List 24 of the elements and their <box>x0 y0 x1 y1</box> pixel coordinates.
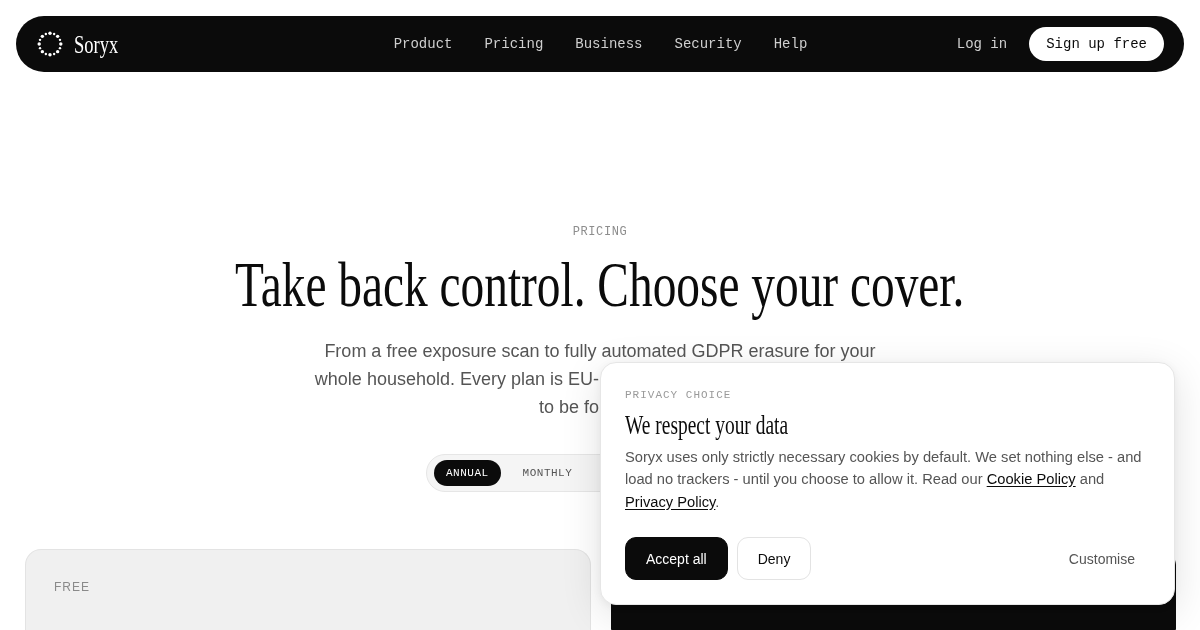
billing-tab[interactable]: MONTHLY <box>510 460 585 486</box>
signup-button[interactable]: Sign up free <box>1029 27 1164 61</box>
brand-name[interactable]: Soryx <box>74 31 119 57</box>
login-link[interactable]: Log in <box>956 36 1008 52</box>
lead-text-line: whole household. Every plan is EU- <box>314 368 599 391</box>
nav-link[interactable]: Security <box>674 36 742 52</box>
nav-link[interactable]: Product <box>393 36 453 52</box>
section-eyebrow: PRICING <box>572 224 628 240</box>
lead-text-line: From a free exposure scan to fully automated GDPR erasure for your <box>324 340 876 363</box>
nav-link[interactable]: Business <box>575 36 643 52</box>
plan-label: FREE <box>54 580 90 594</box>
cookie-notice-text: Soryx uses only strictly necessary cookies by default. We set nothing else - and load no trackers - until you choose to allow it. Read our Cookie Policy and Privacy Policy. <box>625 447 1143 512</box>
nav-link[interactable]: Pricing <box>484 36 544 52</box>
dialog-button[interactable]: Deny <box>736 537 812 580</box>
page-headline: Take back control. Choose your cover. <box>235 252 965 318</box>
dialog-button[interactable]: Accept all <box>625 537 728 580</box>
nav-link[interactable]: Help <box>773 36 808 52</box>
dialog-title: We respect your data <box>625 409 789 440</box>
dialog-eyebrow: PRIVACY CHOICE <box>625 387 732 402</box>
lead-text-line: to be fo <box>538 396 599 419</box>
dotted-ring-icon <box>37 31 63 57</box>
dialog-button[interactable]: Customise <box>1053 537 1150 580</box>
policy-link[interactable]: Cookie Policy <box>986 471 1076 487</box>
billing-tab[interactable]: ANNUAL <box>434 460 501 486</box>
